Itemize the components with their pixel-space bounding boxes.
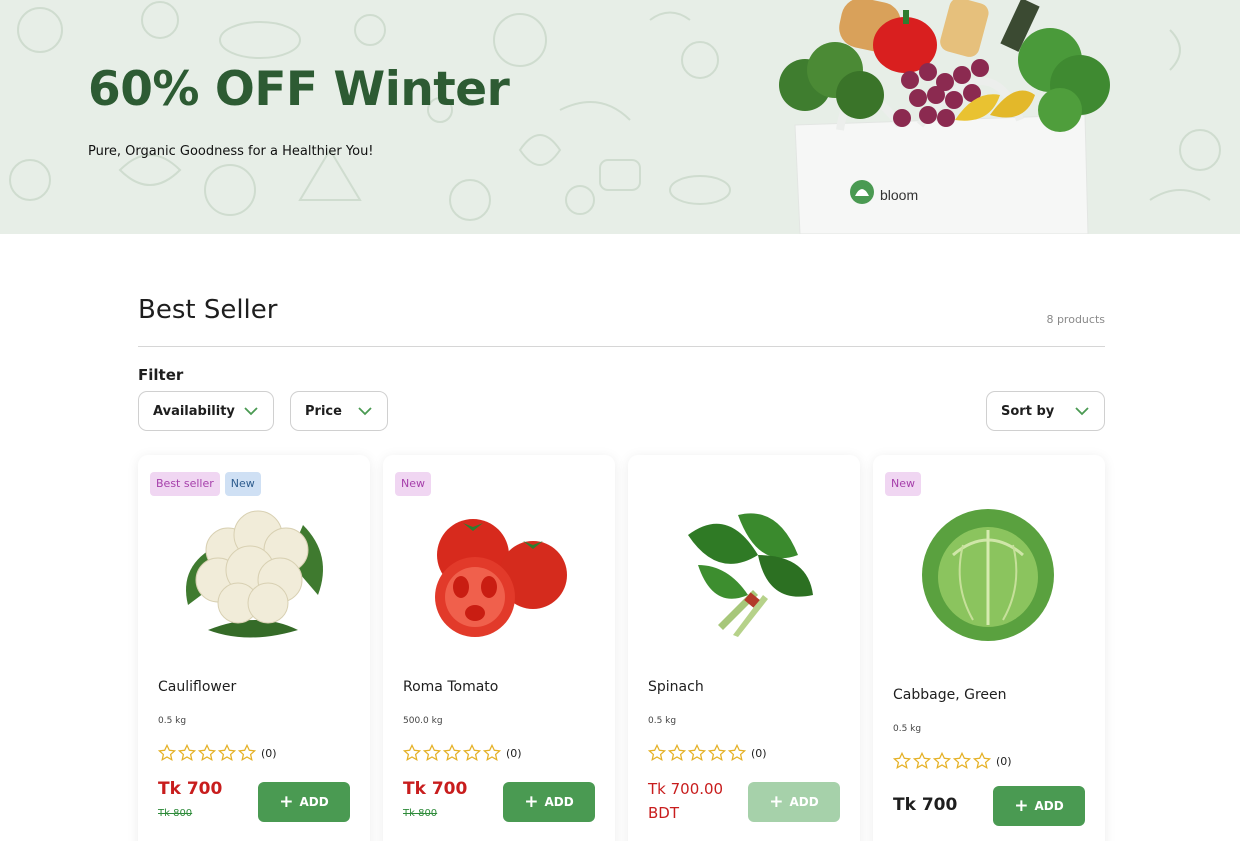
star-outline-icon (463, 744, 481, 762)
spinach-image[interactable] (658, 495, 828, 645)
star-rating: (0) (893, 752, 1012, 770)
star-rating: (0) (648, 744, 767, 762)
star-outline-icon (443, 744, 461, 762)
badge-group: New (885, 472, 921, 496)
price: Tk 700.00 BDT (648, 777, 738, 825)
original-price: Tk 800 (403, 808, 438, 819)
star-outline-icon (483, 744, 501, 762)
new-badge: New (395, 472, 431, 496)
star-outline-icon (218, 744, 236, 762)
product-weight: 0.5 kg (648, 716, 677, 726)
plus-icon: + (279, 791, 294, 812)
price-amount: Tk 700.00 (648, 780, 724, 798)
tomato-image[interactable] (413, 495, 583, 645)
bag-brand-text: bloom (880, 187, 918, 203)
sort-by-dropdown[interactable]: Sort by (986, 391, 1105, 431)
price-filter-label: Price (305, 403, 342, 419)
star-rating: (0) (403, 744, 522, 762)
star-outline-icon (158, 744, 176, 762)
availability-filter-label: Availability (153, 403, 235, 419)
cabbage-image[interactable] (903, 495, 1073, 645)
rating-count: (0) (996, 754, 1012, 768)
star-outline-icon (238, 744, 256, 762)
star-outline-icon (423, 744, 441, 762)
sale-price: Tk 700 (403, 779, 468, 799)
sale-price: Tk 700 (158, 779, 223, 799)
cauliflower-image[interactable] (168, 495, 338, 645)
original-price: Tk 800 (158, 808, 193, 819)
section-title: Best Seller (138, 295, 278, 325)
plus-icon: + (524, 791, 539, 812)
product-count: 8 products (1046, 313, 1105, 326)
add-button-label: ADD (789, 795, 819, 809)
badge-group: Best seller New (150, 472, 261, 496)
availability-filter-dropdown[interactable]: Availability (138, 391, 274, 431)
star-outline-icon (708, 744, 726, 762)
add-to-cart-button[interactable]: + ADD (748, 782, 840, 822)
badge-group: New (395, 472, 431, 496)
product-weight: 500.0 kg (403, 716, 443, 726)
star-outline-icon (933, 752, 951, 770)
product-card-cauliflower[interactable]: Best seller New Cauliflower 0.5 kg (0) T… (138, 455, 370, 841)
star-outline-icon (668, 744, 686, 762)
price-currency: BDT (648, 804, 680, 822)
star-rating: (0) (158, 744, 277, 762)
chevron-down-icon (358, 407, 372, 416)
plus-icon: + (769, 791, 784, 812)
product-card-cabbage[interactable]: New Cabbage, Green 0.5 kg (0) Tk 700 + A… (873, 455, 1105, 841)
add-button-label: ADD (299, 795, 329, 809)
best-seller-badge: Best seller (150, 472, 220, 496)
product-card-spinach[interactable]: Spinach 0.5 kg (0) Tk 700.00 BDT + ADD (628, 455, 860, 841)
rating-count: (0) (261, 746, 277, 760)
new-badge: New (885, 472, 921, 496)
rating-count: (0) (751, 746, 767, 760)
star-outline-icon (198, 744, 216, 762)
star-outline-icon (953, 752, 971, 770)
product-name[interactable]: Spinach (648, 679, 704, 695)
plus-icon: + (1014, 795, 1029, 816)
add-to-cart-button[interactable]: + ADD (503, 782, 595, 822)
product-card-roma-tomato[interactable]: New Roma Tomato 500.0 kg (0) Tk 700 Tk 8… (383, 455, 615, 841)
product-name[interactable]: Cabbage, Green (893, 687, 1007, 703)
chevron-down-icon (244, 407, 258, 416)
chevron-down-icon (1075, 407, 1089, 416)
product-weight: 0.5 kg (158, 716, 187, 726)
grocery-bag-image: bloom (779, 0, 1110, 234)
hero-title: 60% OFF Winter (88, 62, 510, 117)
new-badge: New (224, 472, 261, 496)
star-outline-icon (728, 744, 746, 762)
star-outline-icon (403, 744, 421, 762)
add-button-label: ADD (1034, 799, 1064, 813)
star-outline-icon (973, 752, 991, 770)
filter-label: Filter (138, 366, 184, 384)
product-weight: 0.5 kg (893, 724, 922, 734)
add-to-cart-button[interactable]: + ADD (993, 786, 1085, 826)
star-outline-icon (688, 744, 706, 762)
product-name[interactable]: Cauliflower (158, 679, 236, 695)
section-divider (138, 346, 1105, 347)
rating-count: (0) (506, 746, 522, 760)
add-to-cart-button[interactable]: + ADD (258, 782, 350, 822)
star-outline-icon (893, 752, 911, 770)
hero-subtitle: Pure, Organic Goodness for a Healthier Y… (88, 144, 374, 159)
star-outline-icon (913, 752, 931, 770)
hero-banner: 60% OFF Winter Pure, Organic Goodness fo… (0, 0, 1240, 234)
add-button-label: ADD (544, 795, 574, 809)
price: Tk 700 (893, 795, 958, 815)
star-outline-icon (648, 744, 666, 762)
product-name[interactable]: Roma Tomato (403, 679, 498, 695)
sort-by-label: Sort by (1001, 403, 1055, 419)
star-outline-icon (178, 744, 196, 762)
price-filter-dropdown[interactable]: Price (290, 391, 388, 431)
